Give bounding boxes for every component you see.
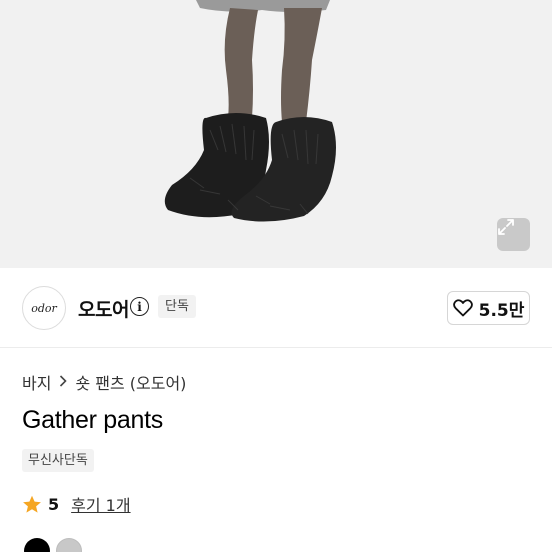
review-count-link[interactable]: 후기 1개 <box>71 492 130 516</box>
color-swatch-gray[interactable] <box>56 538 82 552</box>
expand-icon <box>498 219 514 235</box>
breadcrumb-item-category[interactable]: 바지 <box>22 370 51 394</box>
chevron-right-icon <box>59 373 68 391</box>
rating-row: 5 후기 1개 <box>22 492 131 516</box>
brand-row: odor 오도어 i 단독 5.5만 <box>0 268 552 348</box>
product-photo <box>164 0 336 222</box>
rating-value: 5 <box>48 494 60 514</box>
brand-logo[interactable]: odor <box>22 286 66 330</box>
exclusive-badge: 단독 <box>158 295 196 318</box>
expand-image-button[interactable] <box>497 218 530 251</box>
brand-logo-text: odor <box>31 301 57 315</box>
like-count: 5.5만 <box>478 300 525 321</box>
like-button[interactable]: 5.5만 <box>447 291 530 325</box>
exclusive-tag: 무신사단독 <box>22 449 94 472</box>
brand-name[interactable]: 오도어 <box>78 295 129 322</box>
info-icon[interactable]: i <box>130 297 149 316</box>
star-icon <box>23 495 41 513</box>
product-title: Gather pants <box>22 406 163 434</box>
breadcrumb: 바지 숏 팬츠 (오도어) <box>22 370 186 394</box>
heart-icon <box>452 299 473 317</box>
breadcrumb-item-subcategory[interactable]: 숏 팬츠 (오도어) <box>75 370 186 394</box>
product-image <box>0 0 552 268</box>
color-swatch-black[interactable] <box>24 538 50 552</box>
